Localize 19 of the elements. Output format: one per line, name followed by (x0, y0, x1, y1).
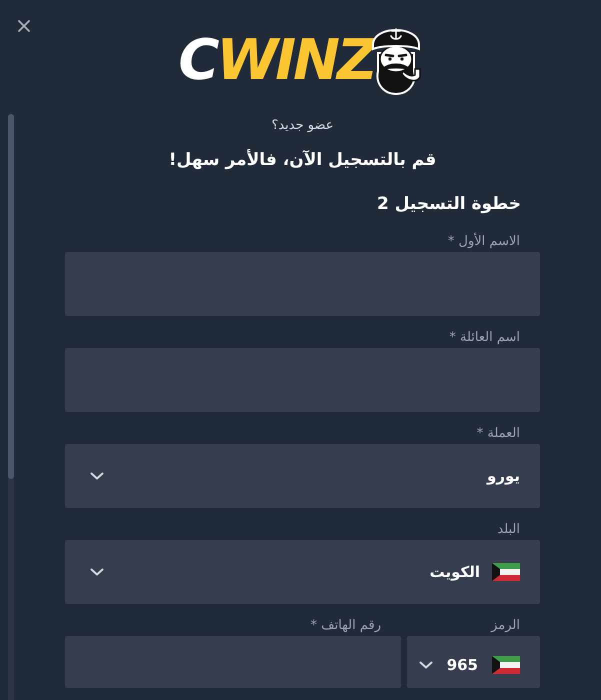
field-label: الرمز (491, 617, 520, 635)
logo-text: CWINZ (178, 33, 375, 89)
select-field[interactable]: الكويت (65, 540, 540, 604)
select-field[interactable]: يورو (65, 444, 540, 508)
field-label: العملة * (476, 425, 520, 443)
scrollbar-thumb[interactable] (8, 114, 14, 479)
field-label: الاسم الأول * (448, 232, 520, 251)
chevron-down-icon (418, 661, 433, 669)
flag-icon (492, 563, 520, 581)
intro-question: عضو جديد؟ (271, 118, 334, 134)
chevron-down-icon (90, 568, 104, 576)
flag-icon (492, 656, 520, 674)
phone-code-select[interactable]: 965 (407, 636, 540, 688)
intro-headline: قم بالتسجيل الآن، فالأمر سهل! (168, 148, 436, 172)
field-label: رقم الهاتف * (310, 617, 381, 635)
field-label: البلد (497, 521, 520, 539)
chevron-down-icon (90, 472, 104, 480)
field-label: اسم العائلة * (449, 329, 520, 347)
step-title: خطوة التسجيل 2 (376, 193, 521, 216)
